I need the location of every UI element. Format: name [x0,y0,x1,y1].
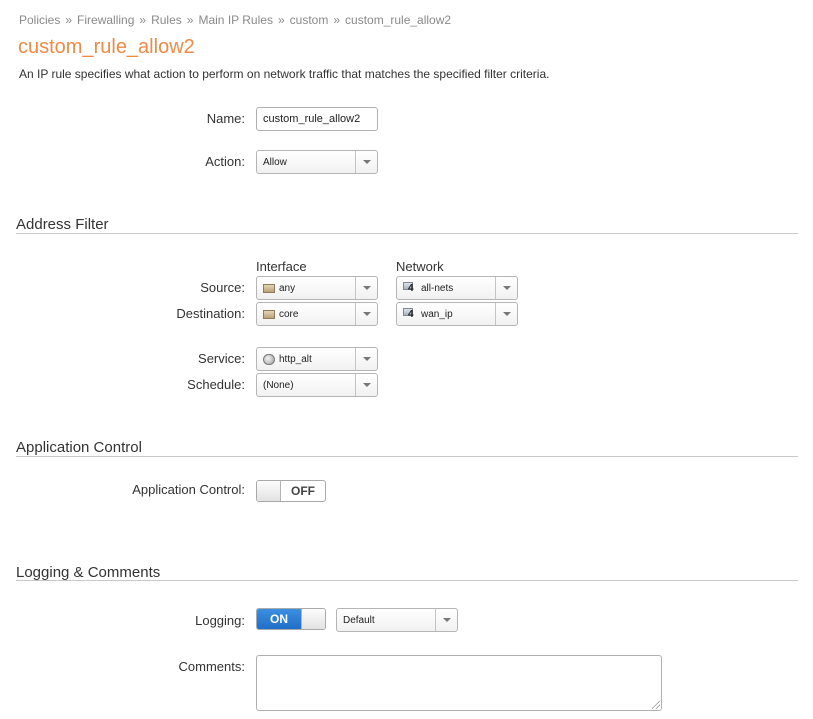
breadcrumb-item-main-ip-rules[interactable]: Main IP Rules [198,13,272,27]
page-description: An IP rule specifies what action to perf… [19,67,550,81]
network-object-icon: 4 [403,282,417,294]
source-label: Source: [200,280,245,295]
schedule-label: Schedule: [187,377,245,392]
interface-icon [263,309,275,319]
destination-network-select[interactable]: 4 wan_ip [396,302,518,326]
toggle-state: OFF [291,484,315,498]
section-heading-address-filter: Address Filter [16,216,109,233]
page-title: custom_rule_allow2 [18,36,195,58]
breadcrumb-item-firewalling[interactable]: Firewalling [77,13,134,27]
resize-grip-icon[interactable] [652,701,660,709]
breadcrumb-separator: » [277,13,285,27]
comments-textarea[interactable] [256,655,662,711]
logging-level-value: Default [343,614,375,626]
application-control-toggle[interactable]: OFF [256,480,326,502]
service-value: http_alt [279,353,312,365]
breadcrumb-item-rules[interactable]: Rules [151,13,182,27]
breadcrumb-separator: » [139,13,147,27]
network-column-header: Network [396,259,444,274]
destination-interface-select[interactable]: core [256,302,378,326]
source-interface-value: any [279,282,296,294]
section-divider [16,580,798,581]
chevron-down-icon[interactable] [355,348,377,370]
breadcrumb-separator: » [333,13,341,27]
breadcrumb: Policies » Firewalling » Rules » Main IP Rules… [19,13,451,27]
destination-network-value: wan_ip [421,308,453,320]
section-heading-application-control: Application Control [16,439,142,456]
chevron-down-icon[interactable] [495,303,517,325]
section-divider [16,456,798,457]
breadcrumb-item-current: custom_rule_allow2 [345,13,452,27]
chevron-down-icon[interactable] [355,374,377,396]
interface-icon [263,283,275,293]
network-object-icon: 4 [403,308,417,320]
toggle-state: ON [257,609,301,629]
action-label: Action: [205,154,245,169]
application-control-label: Application Control: [132,482,245,497]
action-select[interactable]: Allow [256,150,378,174]
schedule-value: (None) [263,379,294,391]
breadcrumb-item-policies[interactable]: Policies [19,13,60,27]
comments-label: Comments: [178,659,245,674]
interface-column-header: Interface [256,259,307,274]
action-select-value: Allow [263,156,287,168]
service-label: Service: [198,351,245,366]
service-select[interactable]: http_alt [256,347,378,371]
chevron-down-icon[interactable] [355,151,377,173]
breadcrumb-separator: » [65,13,73,27]
service-icon [263,353,275,365]
source-interface-select[interactable]: any [256,276,378,300]
source-network-value: all-nets [421,282,454,294]
destination-label: Destination: [176,306,245,321]
toggle-knob[interactable] [301,609,325,629]
breadcrumb-separator: » [186,13,194,27]
name-input[interactable]: custom_rule_allow2 [256,107,378,131]
source-network-select[interactable]: 4 all-nets [396,276,518,300]
chevron-down-icon[interactable] [435,609,457,631]
chevron-down-icon[interactable] [355,277,377,299]
logging-label: Logging: [195,613,245,628]
logging-toggle[interactable]: ON [256,608,326,630]
name-label: Name: [206,111,245,126]
logging-level-select[interactable]: Default [336,608,458,632]
section-heading-logging-comments: Logging & Comments [16,564,161,581]
chevron-down-icon[interactable] [495,277,517,299]
breadcrumb-item-custom[interactable]: custom [290,13,329,27]
section-divider [16,233,798,234]
schedule-select[interactable]: (None) [256,373,378,397]
chevron-down-icon[interactable] [355,303,377,325]
toggle-knob[interactable] [257,481,281,501]
destination-interface-value: core [279,308,299,320]
